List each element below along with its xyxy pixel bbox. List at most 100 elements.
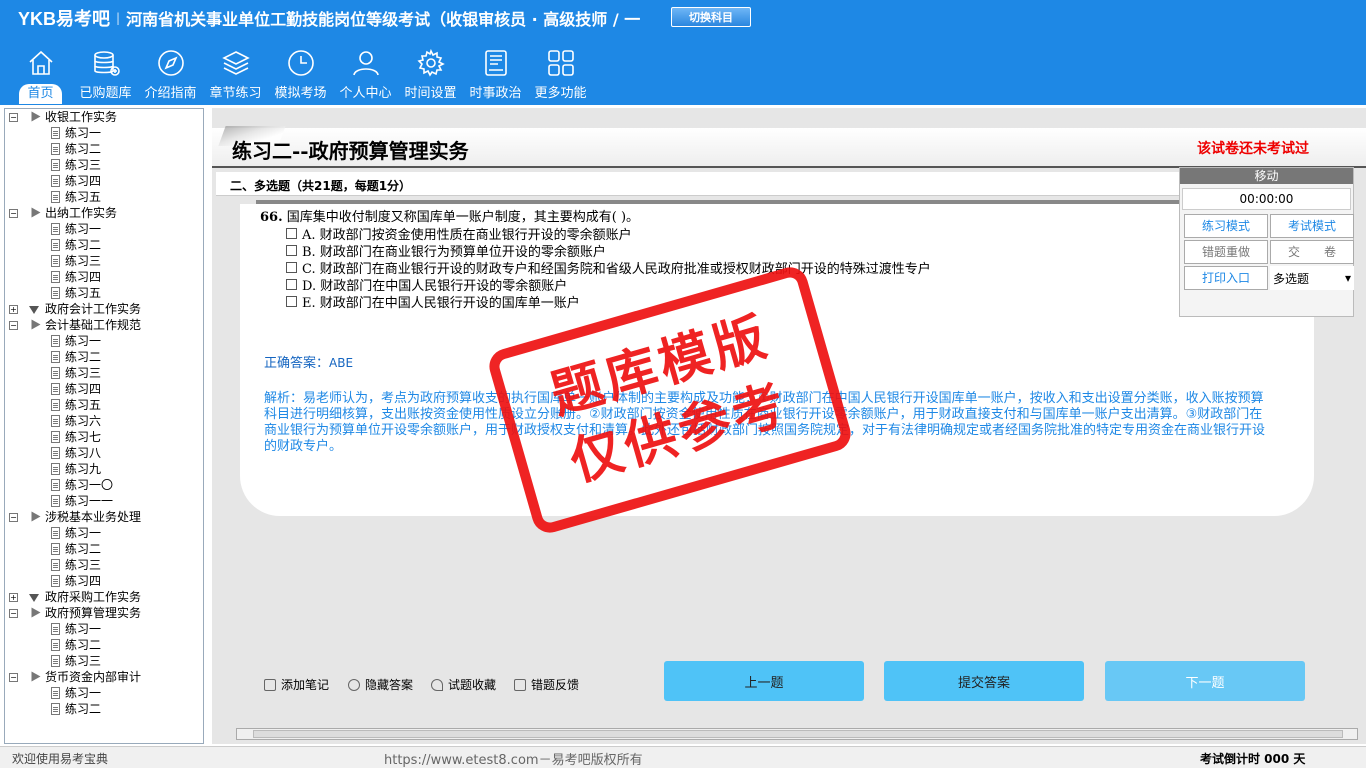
folder-icon [29, 306, 39, 314]
nav-label: 介绍指南 [144, 86, 197, 101]
tree-item[interactable]: 练习五 [5, 397, 203, 413]
tree-item[interactable]: 练习四 [5, 381, 203, 397]
expand-icon[interactable]: + [9, 593, 18, 602]
collapse-icon[interactable]: − [9, 609, 18, 618]
submit-answer-button[interactable]: 提交答案 [884, 661, 1084, 701]
tree-item[interactable]: 练习五 [5, 189, 203, 205]
chapter-tree[interactable]: − 收银工作实务 练习一 练习二 练习三 练习四 练习五 − 出纳工作实务 练习一 练习二 练习三 练习… [4, 108, 204, 744]
tree-item[interactable]: 练习四 [5, 269, 203, 285]
tree-item[interactable]: 练习一 [5, 685, 203, 701]
tree-item[interactable]: 练习九 [5, 461, 203, 477]
tree-item[interactable]: 练习一 [5, 221, 203, 237]
document-icon [51, 175, 60, 187]
nav-guide[interactable]: 介绍指南 [138, 48, 203, 104]
nav-chapter-practice[interactable]: 章节练习 [203, 48, 268, 104]
tree-item-label: 练习三 [65, 254, 102, 268]
tree-item-label: 练习一一 [65, 494, 114, 508]
welcome-text: 欢迎使用易考宝典 [12, 752, 109, 766]
document-icon [51, 431, 60, 443]
nav-personal-center[interactable]: 个人中心 [333, 48, 398, 104]
tree-item-label: 练习三 [65, 366, 102, 380]
checkbox[interactable] [286, 245, 297, 256]
collapse-icon[interactable]: − [9, 113, 18, 122]
nav-home[interactable]: 首页 [8, 48, 73, 104]
switch-subject-button[interactable]: 切换科目 [671, 7, 751, 27]
tree-item[interactable]: 练习七 [5, 429, 203, 445]
checkbox[interactable] [286, 228, 297, 239]
hide-answer-button[interactable]: 隐藏答案 [348, 676, 413, 693]
document-icon [51, 687, 60, 699]
tree-group[interactable]: − 收银工作实务 [5, 109, 203, 125]
folder-icon [31, 607, 41, 618]
tree-item[interactable]: 练习二 [5, 349, 203, 365]
move-handle[interactable]: 移动 [1180, 168, 1353, 184]
tree-item[interactable]: 练习一 [5, 333, 203, 349]
nav-more[interactable]: 更多功能 [528, 48, 593, 104]
tree-item[interactable]: 练习二 [5, 701, 203, 717]
checkbox[interactable] [286, 296, 297, 307]
redo-wrong-button[interactable]: 错题重做 [1184, 240, 1268, 264]
tree-group[interactable]: − 出纳工作实务 [5, 205, 203, 221]
tree-item[interactable]: 练习一 [5, 125, 203, 141]
tree-item[interactable]: 练习三 [5, 157, 203, 173]
tree-item[interactable]: 练习一〇 [5, 477, 203, 493]
tree-item[interactable]: 练习二 [5, 637, 203, 653]
practice-mode-button[interactable]: 练习模式 [1184, 214, 1268, 238]
question-type-select[interactable]: 多选题 ▾ [1270, 266, 1354, 290]
tree-item[interactable]: 练习六 [5, 413, 203, 429]
submit-paper-button[interactable]: 交 卷 [1270, 240, 1354, 264]
tree-item[interactable]: 练习一一 [5, 493, 203, 509]
prev-question-button[interactable]: 上一题 [664, 661, 864, 701]
expand-icon[interactable]: + [9, 305, 18, 314]
add-note-button[interactable]: 添加笔记 [264, 676, 329, 693]
exam-mode-button[interactable]: 考试模式 [1270, 214, 1354, 238]
tree-item[interactable]: 练习三 [5, 253, 203, 269]
checkbox[interactable] [286, 279, 297, 290]
tree-item-label: 练习四 [65, 574, 102, 588]
tree-item[interactable]: 练习二 [5, 237, 203, 253]
collapse-icon[interactable]: − [9, 513, 18, 522]
next-question-button[interactable]: 下一题 [1105, 661, 1305, 701]
tree-item-label: 练习六 [65, 414, 102, 428]
tree-group[interactable]: − 涉税基本业务处理 [5, 509, 203, 525]
tree-item[interactable]: 练习一 [5, 525, 203, 541]
clock-icon [287, 50, 314, 76]
tree-item[interactable]: 练习一 [5, 621, 203, 637]
tree-group-label: 涉税基本业务处理 [45, 510, 142, 524]
collapse-icon[interactable]: − [9, 321, 18, 330]
favorite-button[interactable]: 试题收藏 [431, 676, 496, 693]
tree-group[interactable]: + 政府采购工作实务 [5, 589, 203, 605]
tree-item-label: 练习四 [65, 382, 102, 396]
tree-item[interactable]: 练习四 [5, 573, 203, 589]
tree-group[interactable]: + 政府会计工作实务 [5, 301, 203, 317]
tree-group[interactable]: − 政府预算管理实务 [5, 605, 203, 621]
tree-group[interactable]: − 货币资金内部审计 [5, 669, 203, 685]
tree-group[interactable]: − 会计基础工作规范 [5, 317, 203, 333]
tree-item-label: 练习一 [65, 222, 102, 236]
scrollbar-thumb[interactable] [253, 730, 1343, 738]
option-e[interactable]: E. 财政部门在中国人民银行开设的国库单一账户 [286, 292, 580, 311]
nav-mock-exam[interactable]: 模拟考场 [268, 48, 333, 104]
document-icon [51, 559, 60, 571]
print-entry-button[interactable]: 打印入口 [1184, 266, 1268, 290]
tree-item-label: 练习一 [65, 622, 102, 636]
tree-item[interactable]: 练习三 [5, 365, 203, 381]
checkbox[interactable] [286, 262, 297, 273]
nav-purchased[interactable]: 已购题库 [73, 48, 138, 104]
collapse-icon[interactable]: − [9, 209, 18, 218]
tree-item[interactable]: 练习三 [5, 653, 203, 669]
nav-time-settings[interactable]: 时间设置 [398, 48, 463, 104]
user-icon [352, 51, 379, 76]
horizontal-scrollbar[interactable] [236, 728, 1358, 740]
tree-item[interactable]: 练习二 [5, 141, 203, 157]
tree-item[interactable]: 练习五 [5, 285, 203, 301]
app-header: YKB易考吧 | 河南省机关事业单位工勤技能岗位等级考试（收银审核员 · 高级技… [0, 0, 1366, 105]
tree-item[interactable]: 练习八 [5, 445, 203, 461]
tree-item[interactable]: 练习四 [5, 173, 203, 189]
collapse-icon[interactable]: − [9, 673, 18, 682]
error-feedback-button[interactable]: 错题反馈 [514, 676, 579, 693]
tree-item[interactable]: 练习二 [5, 541, 203, 557]
document-icon [51, 527, 60, 539]
nav-current-affairs[interactable]: 时事政治 [463, 48, 528, 104]
tree-item[interactable]: 练习三 [5, 557, 203, 573]
